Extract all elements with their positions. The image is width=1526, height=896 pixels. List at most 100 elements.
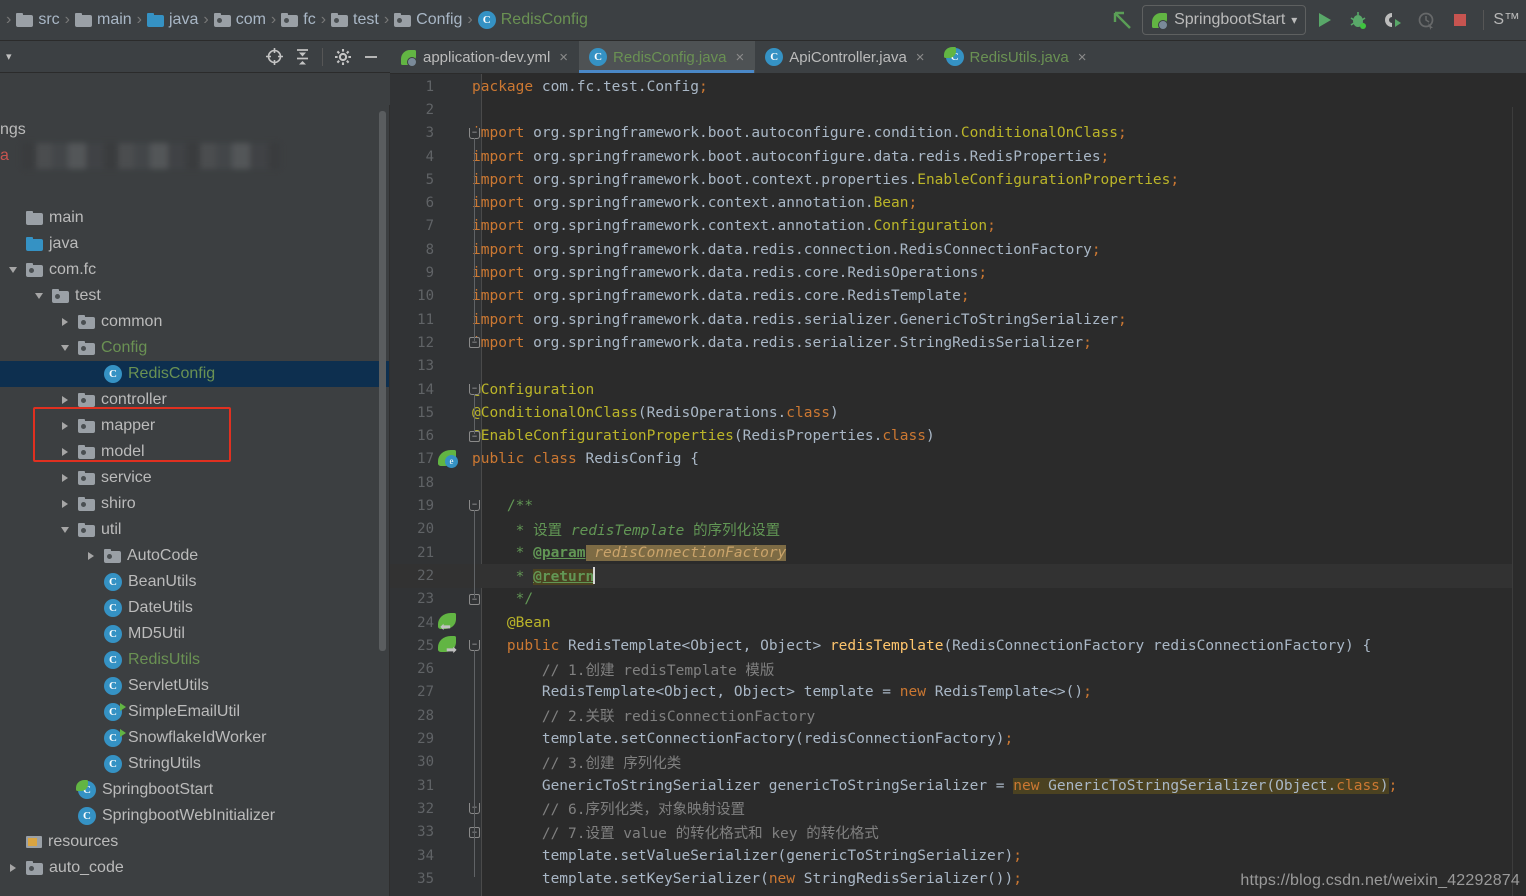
tree-row-service[interactable]: service	[0, 465, 390, 491]
code-line[interactable]: 28 // 2.关联 redisConnectionFactory	[390, 704, 1526, 727]
editor-tab-redisconfig-java[interactable]: C RedisConfig.java ×	[579, 41, 756, 73]
tree-row-springbootstart[interactable]: C SpringbootStart	[0, 777, 390, 803]
tree-row-simpleemailutil[interactable]: C SimpleEmailUtil	[0, 699, 390, 725]
run-configuration-selector[interactable]: SpringbootStart ▾	[1142, 5, 1307, 35]
tree-row-beanutils[interactable]: C BeanUtils	[0, 569, 390, 595]
code-line[interactable]: 12 import org.springframework.data.redis.…	[390, 331, 1526, 354]
chevron-right-icon[interactable]	[58, 413, 72, 439]
tree-row-resources[interactable]: resources	[0, 829, 390, 855]
code-line[interactable]: 25 public RedisTemplate<Object, Object> …	[390, 634, 1526, 657]
tree-row-springbootwebinitializer[interactable]: C SpringbootWebInitializer	[0, 803, 390, 829]
breadcrumb-item-main[interactable]: main	[72, 7, 135, 33]
chevron-right-icon[interactable]	[58, 309, 72, 335]
breadcrumb-item-config[interactable]: Config	[391, 7, 465, 33]
code-line[interactable]: 15 @ConditionalOnClass(RedisOperations.cl…	[390, 401, 1526, 424]
close-icon[interactable]: ×	[559, 49, 568, 66]
code-line[interactable]: 31 GenericToStringSerializer genericToSt…	[390, 774, 1526, 797]
tree-row-shiro[interactable]: shiro	[0, 491, 390, 517]
editor-scrollbar[interactable]	[1512, 107, 1526, 896]
chevron-right-icon[interactable]	[58, 491, 72, 517]
code-line[interactable]: 20 * 设置 redisTemplate 的序列化设置	[390, 518, 1526, 541]
breadcrumb-item-java[interactable]: java	[144, 7, 201, 33]
spring-bean-icon[interactable]: ⬅	[438, 612, 460, 634]
tree-row-servletutils[interactable]: C ServletUtils	[0, 673, 390, 699]
run-coverage-button[interactable]	[1376, 5, 1408, 35]
code-line[interactable]: 14 @Configuration	[390, 378, 1526, 401]
arrow-up-left-icon[interactable]	[1106, 5, 1140, 35]
profiler-button[interactable]	[1410, 5, 1442, 35]
locate-target-icon[interactable]	[261, 44, 287, 70]
chevron-down-icon[interactable]	[32, 283, 46, 309]
code-line[interactable]: 5 import org.springframework.boot.context…	[390, 168, 1526, 191]
code-line[interactable]: 11 import org.springframework.data.redis.…	[390, 308, 1526, 331]
tree-row-partial-2[interactable]: a	[0, 143, 9, 169]
code-line[interactable]: 30 // 3.创建 序列化类	[390, 751, 1526, 774]
chevron-down-icon[interactable]: ▾	[1291, 13, 1297, 27]
collapse-all-icon[interactable]	[289, 44, 315, 70]
tree-row-controller[interactable]: controller	[0, 387, 390, 413]
tree-row-config[interactable]: Config	[0, 335, 390, 361]
tree-row-mapper[interactable]: mapper	[0, 413, 390, 439]
tree-row-dateutils[interactable]: C DateUtils	[0, 595, 390, 621]
chevron-right-icon[interactable]	[58, 387, 72, 413]
close-icon[interactable]: ×	[916, 49, 925, 66]
run-button[interactable]	[1308, 5, 1340, 35]
chevron-down-icon[interactable]	[58, 517, 72, 543]
code-line[interactable]: 32 // 6.序列化类，对象映射设置	[390, 797, 1526, 820]
close-icon[interactable]: ×	[1078, 49, 1087, 66]
breadcrumb-item-fc[interactable]: fc	[278, 7, 318, 33]
tree-row-common[interactable]: common	[0, 309, 390, 335]
tree-row-partial-1[interactable]: ngs	[0, 117, 26, 143]
code-line[interactable]: 19 /**	[390, 494, 1526, 517]
hide-panel-icon[interactable]	[358, 44, 384, 70]
code-line[interactable]: 16 @EnableConfigurationProperties(RedisPr…	[390, 425, 1526, 448]
code-line[interactable]: 3 import org.springframework.boot.autocon…	[390, 122, 1526, 145]
code-line[interactable]: 17 public class RedisConfig {	[390, 448, 1526, 471]
breadcrumb-item-src[interactable]: src	[13, 7, 62, 33]
code-line[interactable]: 29 template.setConnectionFactory(redisCo…	[390, 727, 1526, 750]
chevron-right-icon[interactable]	[58, 465, 72, 491]
breadcrumb-item-test[interactable]: test	[328, 7, 382, 33]
project-tree[interactable]: ngs a main java com.fc test common Config C Red…	[0, 73, 390, 896]
tree-row-test[interactable]: test	[0, 283, 390, 309]
code-line[interactable]: 18	[390, 471, 1526, 494]
tree-row-redisutils[interactable]: C RedisUtils	[0, 647, 390, 673]
close-icon[interactable]: ×	[735, 49, 744, 66]
code-line[interactable]: 33 // 7.设置 value 的转化格式和 key 的转化格式	[390, 821, 1526, 844]
spring-bean-icon[interactable]: ➡	[438, 635, 460, 657]
code-line[interactable]: 6 import org.springframework.context.anno…	[390, 192, 1526, 215]
debug-button[interactable]	[1342, 5, 1374, 35]
code-line[interactable]: 9 import org.springframework.data.redis.c…	[390, 261, 1526, 284]
code-line[interactable]: 27 RedisTemplate<Object, Object> templat…	[390, 681, 1526, 704]
settings-gear-icon[interactable]	[330, 44, 356, 70]
tree-row-auto-code[interactable]: auto_code	[0, 855, 390, 881]
code-line[interactable]: 34 template.setValueSerializer(genericTo…	[390, 844, 1526, 867]
tree-row-main[interactable]: main	[0, 205, 390, 231]
editor-tab-apicontroller-java[interactable]: C ApiController.java ×	[755, 41, 935, 73]
code-line[interactable]: 7 import org.springframework.context.anno…	[390, 215, 1526, 238]
code-line[interactable]: 26 // 1.创建 redisTemplate 模版	[390, 658, 1526, 681]
code-line[interactable]: 10 import org.springframework.data.redis.…	[390, 285, 1526, 308]
tree-row-redisconfig[interactable]: C RedisConfig	[0, 361, 390, 387]
chevron-down-icon[interactable]: ▾	[6, 50, 12, 63]
project-scrollbar[interactable]	[379, 111, 386, 651]
editor-tab-application-dev-yml[interactable]: application-dev.yml ×	[390, 41, 579, 73]
tree-row-java[interactable]: java	[0, 231, 390, 257]
tree-row-md5util[interactable]: C MD5Util	[0, 621, 390, 647]
breadcrumb-item-com[interactable]: com	[211, 7, 269, 33]
stop-button[interactable]	[1444, 5, 1476, 35]
spring-bean-class-icon[interactable]: e	[438, 449, 460, 471]
code-line[interactable]: 21 * @param redisConnectionFactory	[390, 541, 1526, 564]
chevron-right-icon[interactable]	[84, 543, 98, 569]
chevron-down-icon[interactable]	[58, 335, 72, 361]
code-editor[interactable]: 1 package com.fc.test.Config; 2 3 import org…	[390, 74, 1526, 896]
code-line[interactable]: 23 */	[390, 588, 1526, 611]
code-line[interactable]: 8 import org.springframework.data.redis.c…	[390, 238, 1526, 261]
code-line[interactable]: 2	[390, 98, 1526, 121]
tree-row-model[interactable]: model	[0, 439, 390, 465]
tree-row-autocode[interactable]: AutoCode	[0, 543, 390, 569]
code-line[interactable]: 4 import org.springframework.boot.autocon…	[390, 145, 1526, 168]
breadcrumb-item-redisconfig[interactable]: C RedisConfig	[475, 7, 591, 33]
code-line[interactable]: 24 @Bean	[390, 611, 1526, 634]
code-line[interactable]: 22 * @return	[390, 564, 1526, 588]
